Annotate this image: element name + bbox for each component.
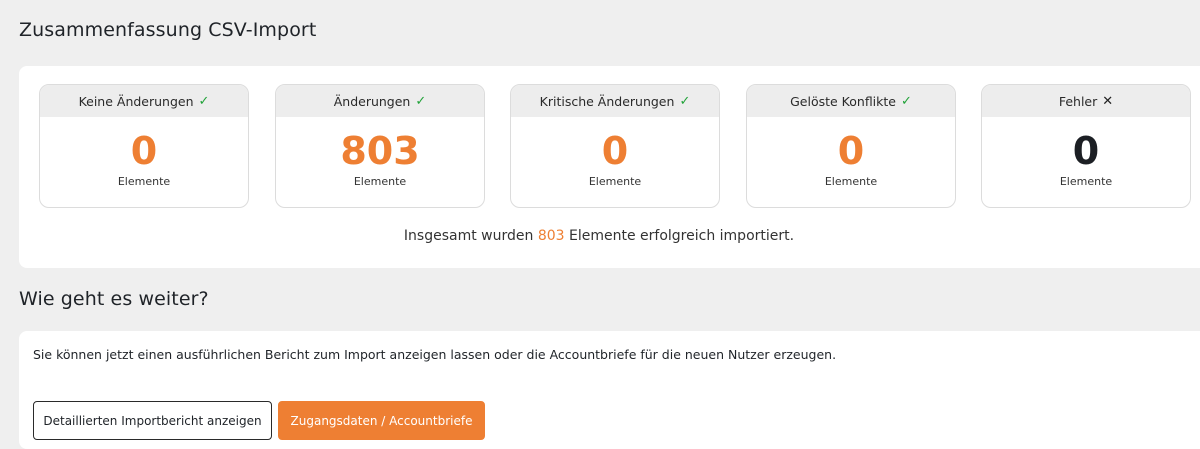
card-unit: Elemente (117, 175, 171, 188)
x-icon: ✕ (1102, 93, 1114, 109)
card-value: 0 (1072, 129, 1100, 173)
summary-cards: Keine Änderungen ✓ 0 Elemente Änderungen… (39, 84, 1200, 208)
card-no-changes: Keine Änderungen ✓ 0 Elemente (39, 84, 249, 208)
show-import-report-button[interactable]: Detaillierten Importbericht anzeigen (33, 401, 272, 440)
next-steps-text: Sie können jetzt einen ausführlichen Ber… (33, 347, 837, 362)
import-summary-page: Zusammenfassung CSV-Import Keine Änderun… (0, 0, 1200, 449)
summary-title: Zusammenfassung CSV-Import (19, 19, 317, 41)
check-icon: ✓ (415, 93, 427, 109)
card-value: 803 (340, 129, 420, 173)
card-header: Gelöste Konflikte ✓ (747, 85, 955, 117)
next-steps-panel: Sie können jetzt einen ausführlichen Ber… (19, 331, 1200, 449)
result-prefix: Insgesamt wurden (403, 228, 538, 244)
card-header: Änderungen ✓ (276, 85, 484, 117)
card-header: Kritische Änderungen ✓ (511, 85, 719, 117)
card-critical-changes: Kritische Änderungen ✓ 0 Elemente (510, 84, 720, 208)
card-unit: Elemente (353, 175, 407, 188)
check-icon: ✓ (679, 93, 691, 109)
card-label: Fehler (1058, 93, 1098, 109)
card-label: Gelöste Konflikte (790, 93, 896, 109)
next-steps-title: Wie geht es weiter? (19, 288, 209, 310)
result-suffix: Elemente erfolgreich importiert. (564, 228, 795, 244)
card-header: Fehler ✕ (982, 85, 1190, 117)
summary-panel: Keine Änderungen ✓ 0 Elemente Änderungen… (19, 66, 1200, 268)
card-unit: Elemente (824, 175, 878, 188)
import-result-text: Insgesamt wurden 803 Elemente erfolgreic… (19, 228, 1179, 244)
check-icon: ✓ (198, 93, 210, 109)
card-label: Änderungen (333, 93, 411, 109)
account-letters-button[interactable]: Zugangsdaten / Accountbriefe (278, 401, 485, 440)
card-label: Kritische Änderungen (539, 93, 675, 109)
card-value: 0 (837, 129, 865, 173)
card-value: 0 (601, 129, 629, 173)
card-header: Keine Änderungen ✓ (40, 85, 248, 117)
card-resolved-conflicts: Gelöste Konflikte ✓ 0 Elemente (746, 84, 956, 208)
card-value: 0 (130, 129, 158, 173)
card-label: Keine Änderungen (78, 93, 194, 109)
card-errors: Fehler ✕ 0 Elemente (981, 84, 1191, 208)
card-unit: Elemente (1059, 175, 1113, 188)
card-changes: Änderungen ✓ 803 Elemente (275, 84, 485, 208)
check-icon: ✓ (901, 93, 912, 109)
result-count: 803 (537, 228, 565, 244)
card-unit: Elemente (588, 175, 642, 188)
